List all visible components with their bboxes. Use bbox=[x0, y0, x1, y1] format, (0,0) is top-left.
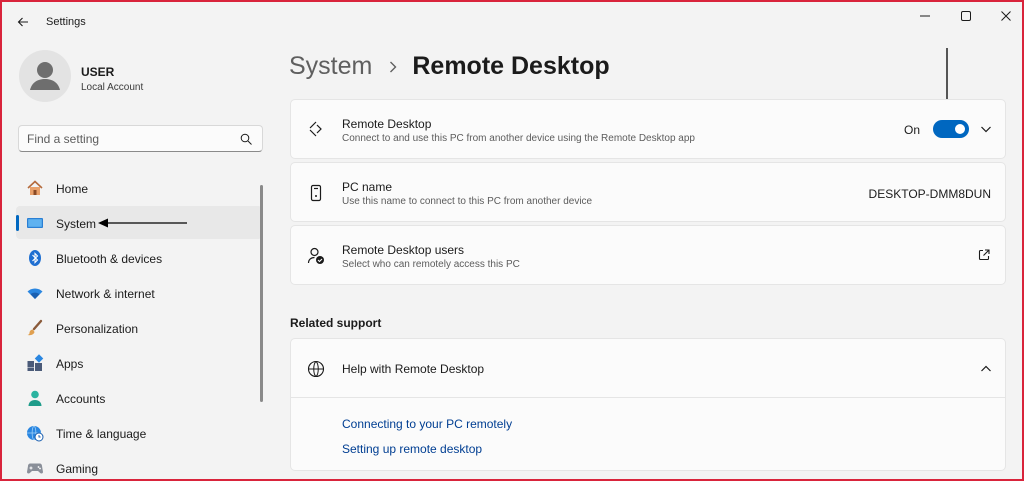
sidebar-item-gaming[interactable]: Gaming bbox=[16, 451, 262, 479]
sidebar-item-time-language[interactable]: Time & language bbox=[16, 416, 262, 449]
pc-tower-icon bbox=[310, 184, 322, 202]
active-indicator bbox=[16, 215, 19, 231]
sidebar-scrollbar[interactable] bbox=[260, 185, 263, 402]
sidebar-item-apps[interactable]: Apps bbox=[16, 346, 262, 379]
account-type: Local Account bbox=[81, 82, 144, 93]
chevron-down-icon[interactable] bbox=[979, 122, 993, 136]
close-icon bbox=[1001, 11, 1011, 21]
help-link-setup[interactable]: Setting up remote desktop bbox=[342, 442, 482, 456]
wifi-icon bbox=[27, 288, 43, 299]
monitor-icon bbox=[27, 218, 43, 228]
sidebar-item-label: Network & internet bbox=[56, 287, 155, 301]
apps-icon bbox=[27, 354, 44, 371]
user-check-icon bbox=[307, 247, 324, 264]
remote-desktop-users-card[interactable]: Remote Desktop users Select who can remo… bbox=[290, 225, 1006, 285]
home-icon bbox=[27, 180, 43, 195]
maximize-button[interactable] bbox=[948, 4, 984, 28]
sidebar-item-label: Apps bbox=[56, 357, 84, 371]
pc-name-card: PC name Use this name to connect to this… bbox=[290, 162, 1006, 222]
section-title: Related support bbox=[290, 316, 382, 330]
sidebar-item-network[interactable]: Network & internet bbox=[16, 276, 262, 309]
remote-desktop-icon bbox=[309, 121, 322, 137]
globe-clock-icon bbox=[27, 425, 44, 442]
window-title: Settings bbox=[46, 16, 86, 28]
sidebar-item-label: Accounts bbox=[56, 392, 106, 406]
close-button[interactable] bbox=[988, 4, 1022, 28]
person-icon bbox=[28, 390, 42, 406]
sidebar-item-bluetooth[interactable]: Bluetooth & devices bbox=[16, 241, 262, 274]
breadcrumb: System Remote Desktop bbox=[289, 52, 610, 81]
sidebar-item-label: Gaming bbox=[56, 462, 99, 476]
help-card: Help with Remote Desktop Connecting to y… bbox=[290, 338, 1006, 471]
search-icon[interactable] bbox=[240, 133, 252, 145]
sidebar-item-label: Personalization bbox=[56, 322, 139, 336]
toggle-state-label: On bbox=[904, 123, 921, 137]
globe-icon bbox=[307, 360, 325, 378]
card-description: Use this name to connect to this PC from… bbox=[342, 196, 593, 207]
breadcrumb-parent[interactable]: System bbox=[289, 52, 372, 81]
avatar[interactable] bbox=[19, 50, 71, 102]
pc-name-value: DESKTOP-DMM8DUN bbox=[868, 187, 991, 201]
help-link-connecting[interactable]: Connecting to your PC remotely bbox=[342, 417, 512, 431]
sidebar-item-label: Bluetooth & devices bbox=[56, 252, 163, 266]
card-title: Remote Desktop bbox=[342, 117, 432, 131]
sidebar-item-personalization[interactable]: Personalization bbox=[16, 311, 262, 344]
card-title: PC name bbox=[342, 180, 393, 194]
annotation-arrow-system bbox=[98, 218, 187, 228]
card-description: Connect to and use this PC from another … bbox=[342, 133, 695, 144]
back-arrow-icon bbox=[17, 17, 28, 27]
sidebar-item-home[interactable]: Home bbox=[16, 171, 262, 204]
card-title: Remote Desktop users bbox=[342, 243, 465, 257]
chevron-up-icon[interactable] bbox=[979, 362, 993, 376]
gamepad-icon bbox=[27, 463, 43, 474]
user-name: USER bbox=[81, 65, 115, 79]
back-button[interactable] bbox=[12, 11, 34, 33]
brush-icon bbox=[27, 319, 43, 336]
sidebar-item-label: System bbox=[56, 217, 97, 231]
external-link-icon[interactable] bbox=[977, 248, 991, 262]
maximize-icon bbox=[961, 11, 971, 21]
minimize-icon bbox=[920, 15, 930, 17]
help-header[interactable]: Help with Remote Desktop bbox=[291, 339, 1005, 398]
chevron-right-icon bbox=[390, 61, 397, 72]
person-avatar-icon bbox=[30, 62, 60, 90]
remote-desktop-card[interactable]: Remote Desktop Connect to and use this P… bbox=[290, 99, 1006, 159]
sidebar-item-label: Time & language bbox=[56, 427, 147, 441]
title-bar: Settings bbox=[2, 2, 1022, 42]
card-description: Select who can remotely access this PC bbox=[342, 259, 520, 270]
page-title: Remote Desktop bbox=[412, 52, 610, 80]
bluetooth-icon bbox=[29, 250, 41, 266]
search-input[interactable] bbox=[27, 132, 227, 146]
sidebar-item-label: Home bbox=[56, 182, 89, 196]
search-box[interactable] bbox=[18, 125, 263, 152]
sidebar-item-accounts[interactable]: Accounts bbox=[16, 381, 262, 414]
minimize-button[interactable] bbox=[907, 4, 943, 28]
settings-window: Settings USER Local Account Find a setti… bbox=[0, 0, 1024, 481]
help-title: Help with Remote Desktop bbox=[342, 362, 485, 376]
remote-desktop-toggle[interactable] bbox=[933, 120, 969, 138]
toggle-knob bbox=[955, 124, 965, 134]
